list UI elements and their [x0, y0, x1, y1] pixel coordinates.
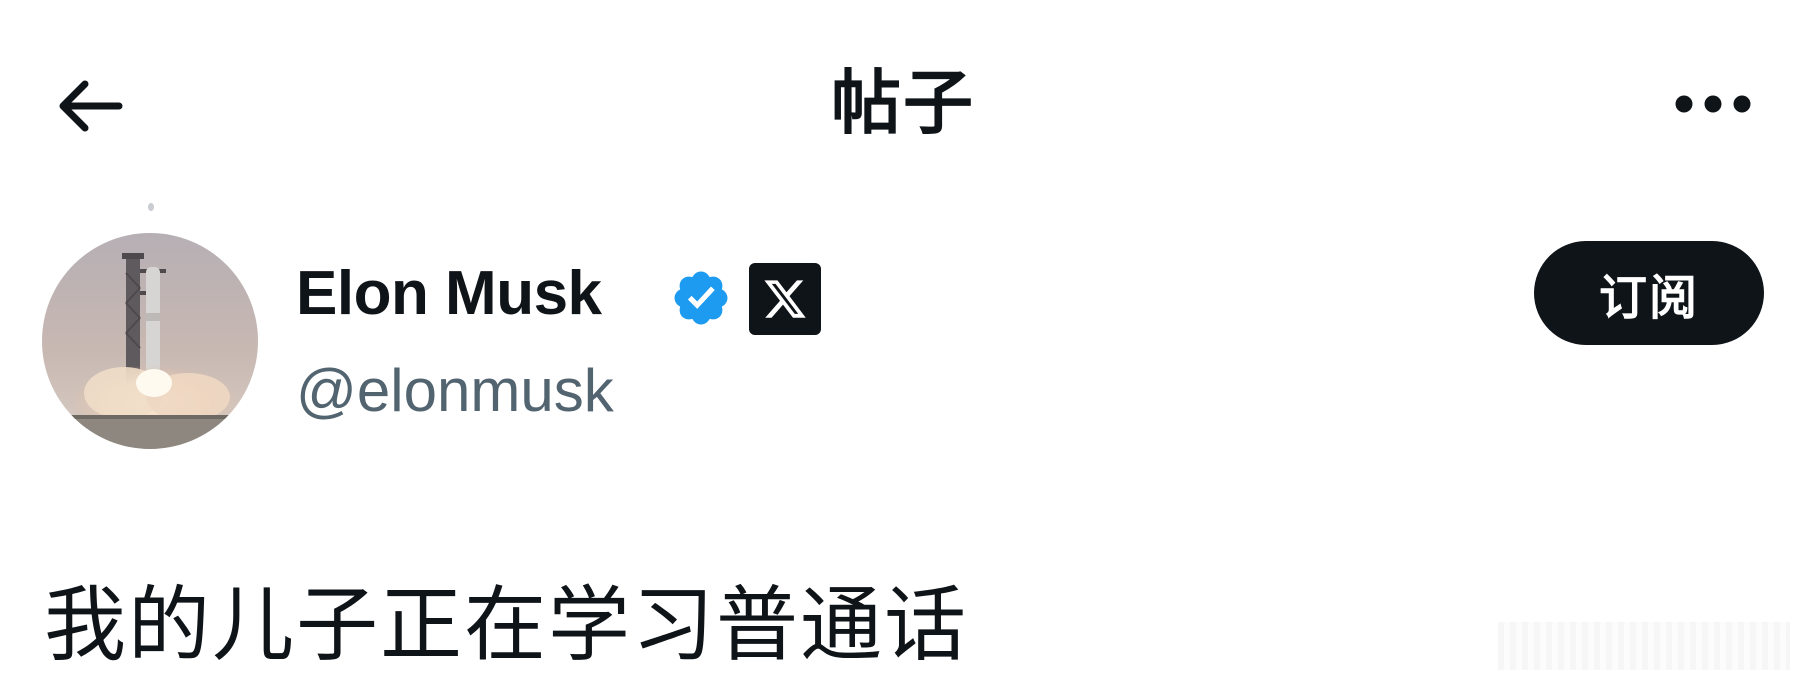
x-affiliation-badge [749, 263, 821, 335]
verified-badge-icon [674, 271, 728, 325]
subscribe-button[interactable]: 订阅 [1534, 241, 1764, 345]
decorative-speck [148, 203, 154, 211]
watermark-area [1498, 622, 1790, 670]
more-horizontal-icon [1675, 95, 1751, 113]
more-options-button[interactable] [1668, 84, 1758, 124]
author-handle[interactable]: @elonmusk [296, 351, 614, 431]
page-title: 帖子 [831, 62, 975, 144]
author-display-name[interactable]: Elon Musk [296, 254, 602, 334]
rocket-launch-avatar-image [42, 233, 258, 449]
x-logo-icon [764, 280, 806, 318]
avatar[interactable] [42, 233, 258, 449]
post-text: 我的儿子正在学习普通话 [44, 578, 969, 673]
